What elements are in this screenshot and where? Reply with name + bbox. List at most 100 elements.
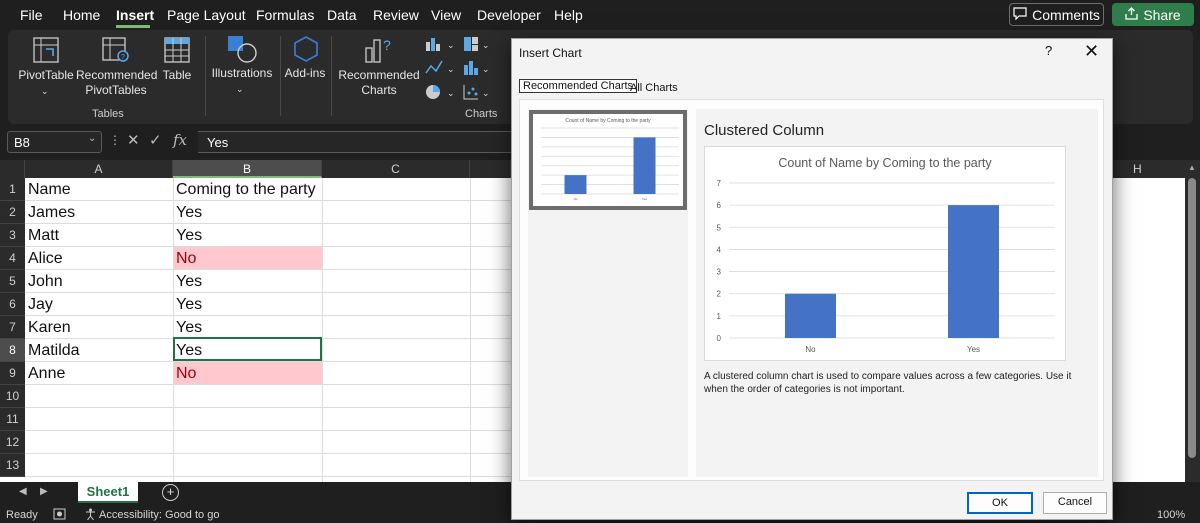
row-header[interactable]: 5 <box>0 270 25 293</box>
cell-b9[interactable]: No <box>173 362 322 385</box>
addins-icon[interactable] <box>292 35 320 68</box>
cell-a8[interactable]: Matilda <box>25 339 173 362</box>
table-label[interactable]: Table <box>158 68 196 83</box>
row-header[interactable]: 11 <box>0 408 25 431</box>
cell-a11[interactable] <box>25 408 173 431</box>
pivottable-chevron-icon[interactable]: ⌄ <box>41 84 49 99</box>
insert-function-icon[interactable]: fx <box>173 131 187 149</box>
cell-b3[interactable]: Yes <box>173 224 322 247</box>
cell-a4[interactable]: Alice <box>25 247 173 270</box>
accessibility-status[interactable]: Accessibility: Good to go <box>99 509 219 521</box>
cell-b7[interactable]: Yes <box>173 316 322 339</box>
cell-a10[interactable] <box>25 385 173 408</box>
table-icon[interactable] <box>164 37 190 68</box>
prev-sheet-icon[interactable]: ◀ <box>19 486 27 497</box>
cancel-entry-icon[interactable]: ✕ <box>127 131 140 149</box>
cell-b12[interactable] <box>173 431 322 454</box>
cell-c8[interactable] <box>322 339 470 362</box>
cell-b10[interactable] <box>173 385 322 408</box>
recommended-charts-label[interactable]: Recommended Charts <box>336 68 422 98</box>
menu-view[interactable]: View <box>431 7 461 23</box>
cell-b13[interactable] <box>173 454 322 477</box>
name-box-chevron-icon[interactable]: ⌄ <box>88 133 96 144</box>
menu-file[interactable]: File <box>20 7 43 23</box>
recommended-pivottables-icon[interactable]: ? <box>102 37 130 68</box>
row-header[interactable]: 3 <box>0 224 25 247</box>
cell-a3[interactable]: Matt <box>25 224 173 247</box>
illustrations-label[interactable]: Illustrations <box>209 66 275 81</box>
cell-c12[interactable] <box>322 431 470 454</box>
row-header[interactable]: 4 <box>0 247 25 270</box>
cell-a1[interactable]: Name <box>25 178 173 201</box>
cell-b6[interactable]: Yes <box>173 293 322 316</box>
cell-b1[interactable]: Coming to the party <box>173 178 322 201</box>
sheet-tab-sheet1[interactable]: Sheet1 <box>78 482 138 503</box>
line-chart-icon[interactable]: ⌄ <box>425 60 459 81</box>
chart-thumbnail-clustered-column[interactable]: Count of Name by Coming to the party0123… <box>529 110 687 210</box>
illustrations-icon[interactable] <box>227 35 257 68</box>
row-header[interactable]: 10 <box>0 385 25 408</box>
menu-review[interactable]: Review <box>373 7 419 23</box>
close-icon[interactable]: ✕ <box>1084 41 1099 62</box>
row-header[interactable]: 1 <box>0 178 25 201</box>
cell-c7[interactable] <box>322 316 470 339</box>
cell-c10[interactable] <box>322 385 470 408</box>
zoom-level[interactable]: 100% <box>1157 509 1185 521</box>
addins-label[interactable]: Add-ins <box>284 66 326 81</box>
macro-record-icon[interactable] <box>53 508 66 523</box>
share-button[interactable]: Share <box>1112 3 1194 26</box>
cell-c3[interactable] <box>322 224 470 247</box>
cancel-button[interactable]: Cancel <box>1043 492 1107 514</box>
accessibility-icon[interactable] <box>84 508 97 523</box>
column-header-b[interactable]: B <box>173 160 322 178</box>
recommended-charts-icon[interactable]: ? <box>364 36 394 69</box>
next-sheet-icon[interactable]: ▶ <box>40 486 48 497</box>
vertical-scroll-thumb[interactable] <box>1188 178 1196 458</box>
row-header[interactable]: 6 <box>0 293 25 316</box>
cell-a13[interactable] <box>25 454 173 477</box>
cell-a5[interactable]: John <box>25 270 173 293</box>
scroll-up-icon[interactable]: ▲ <box>1188 163 1196 172</box>
select-all-corner[interactable] <box>0 160 25 178</box>
cell-b11[interactable] <box>173 408 322 431</box>
cell-b5[interactable]: Yes <box>173 270 322 293</box>
cell-b4[interactable]: No <box>173 247 322 270</box>
cell-c13[interactable] <box>322 454 470 477</box>
row-header[interactable]: 12 <box>0 431 25 454</box>
ok-button[interactable]: OK <box>967 492 1033 514</box>
row-header[interactable]: 9 <box>0 362 25 385</box>
more-options-icon[interactable]: ⋮ <box>109 133 121 147</box>
menu-formulas[interactable]: Formulas <box>256 7 314 23</box>
confirm-entry-icon[interactable]: ✓ <box>149 131 162 149</box>
column-chart-icon[interactable]: ⌄ <box>425 36 459 57</box>
help-icon[interactable]: ? <box>1045 43 1052 58</box>
pivottable-label[interactable]: PivotTable <box>18 68 74 83</box>
menu-insert[interactable]: Insert <box>116 7 154 23</box>
cell-a9[interactable]: Anne <box>25 362 173 385</box>
cell-c2[interactable] <box>322 201 470 224</box>
tab-all-charts[interactable]: All Charts <box>630 82 678 94</box>
row-header[interactable]: 8 <box>0 339 25 362</box>
scatter-chart-icon[interactable]: ⌄ <box>463 84 493 105</box>
column-header-d[interactable] <box>470 160 511 178</box>
add-sheet-icon[interactable]: + <box>162 484 179 501</box>
cell-b2[interactable]: Yes <box>173 201 322 224</box>
statistic-chart-icon[interactable]: ⌄ <box>463 60 493 81</box>
formula-input[interactable]: Yes <box>198 131 518 153</box>
cell-a7[interactable]: Karen <box>25 316 173 339</box>
recommended-pivottables-label[interactable]: Recommended PivotTables <box>76 68 157 98</box>
cell-c9[interactable] <box>322 362 470 385</box>
menu-page-layout[interactable]: Page Layout <box>167 7 246 23</box>
cell-c1[interactable] <box>322 178 470 201</box>
cell-c5[interactable] <box>322 270 470 293</box>
row-header[interactable]: 2 <box>0 201 25 224</box>
menu-help[interactable]: Help <box>554 7 583 23</box>
column-header-c[interactable]: C <box>322 160 470 178</box>
column-header-a[interactable]: A <box>25 160 173 178</box>
cell-c6[interactable] <box>322 293 470 316</box>
menu-developer[interactable]: Developer <box>477 7 541 23</box>
tab-recommended-charts[interactable]: Recommended Charts <box>519 79 638 93</box>
hierarchy-chart-icon[interactable]: ⌄ <box>463 36 493 57</box>
pie-chart-icon[interactable]: ⌄ <box>425 84 459 105</box>
cell-a6[interactable]: Jay <box>25 293 173 316</box>
